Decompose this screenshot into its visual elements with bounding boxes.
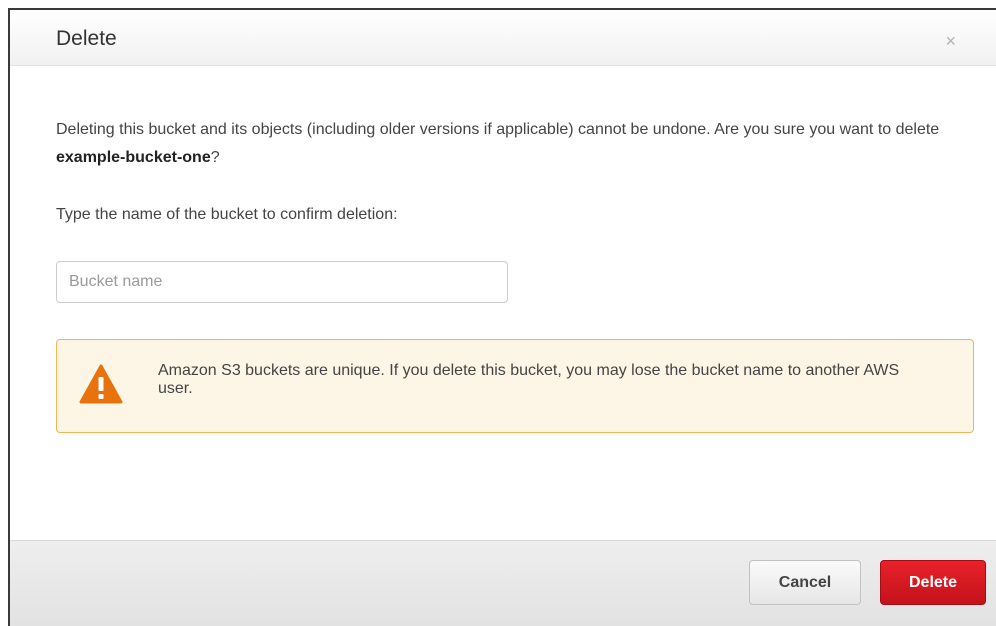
delete-warning-message: Deleting this bucket and its objects (in… xyxy=(56,116,976,172)
dialog-title: Delete xyxy=(56,27,117,50)
message-text: Deleting this bucket and its objects (in… xyxy=(56,121,940,138)
dialog-footer: Cancel Delete xyxy=(10,540,996,626)
delete-button[interactable]: Delete xyxy=(880,560,986,605)
delete-bucket-dialog: Delete × Deleting this bucket and its ob… xyxy=(8,8,996,626)
close-button[interactable]: × xyxy=(945,32,956,50)
warning-triangle-icon xyxy=(79,364,123,404)
confirm-label: Type the name of the bucket to confirm d… xyxy=(56,206,398,223)
warning-alert: Amazon S3 buckets are unique. If you del… xyxy=(56,339,974,433)
bucket-name: example-bucket-one xyxy=(56,149,211,166)
cancel-button[interactable]: Cancel xyxy=(749,560,861,605)
warning-text: Amazon S3 buckets are unique. If you del… xyxy=(158,362,900,397)
dialog-header: Delete × xyxy=(10,10,996,66)
bucket-name-input[interactable] xyxy=(56,261,508,303)
message-end: ? xyxy=(210,149,220,166)
